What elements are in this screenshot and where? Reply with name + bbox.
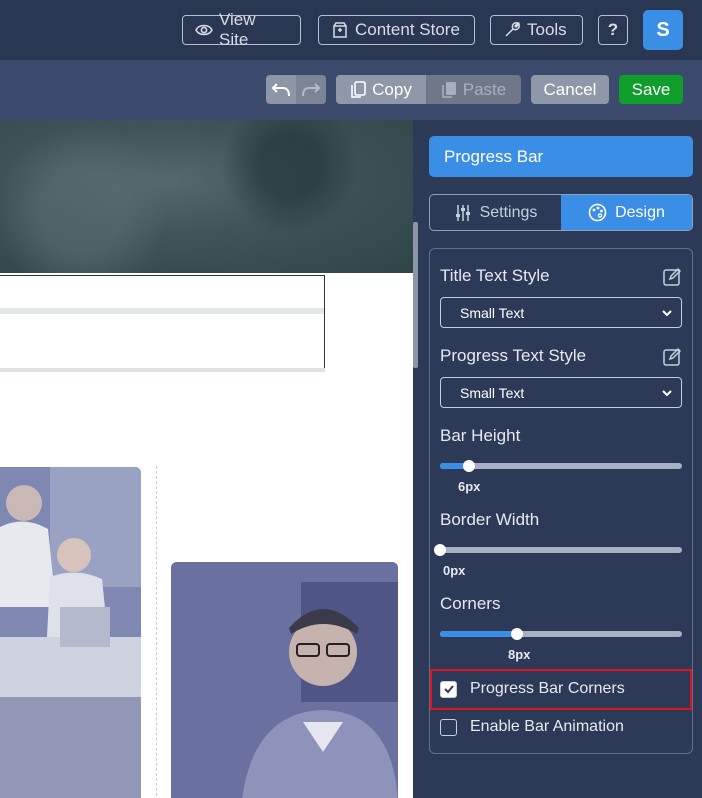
enable-bar-animation-label: Enable Bar Animation [470,718,624,735]
progress-text-style-value: Small Text [460,384,525,401]
redo-icon [302,82,321,96]
save-label: Save [631,79,671,99]
page-canvas[interactable] [0,120,414,798]
corners-value: 8px [508,647,531,662]
copy-label: Copy [372,79,412,99]
copy-button[interactable]: Copy [336,75,426,104]
enable-bar-animation-checkbox-row[interactable]: Enable Bar Animation [440,718,624,736]
cancel-label: Cancel [543,79,597,99]
bar-height-value: 6px [458,479,481,494]
chevron-down-icon [662,390,672,397]
title-text-style-select[interactable]: Small Text [440,297,682,328]
portrait-photo [171,562,398,798]
paste-label: Paste [462,79,507,99]
help-icon: ? [607,20,619,39]
progress-bar-corners-checkbox-row[interactable]: Progress Bar Corners [440,680,625,698]
tab-design-label: Design [615,203,665,221]
tools-label: Tools [527,20,567,39]
edit-icon[interactable] [663,267,682,286]
content-store-button[interactable]: Content Store [318,15,475,45]
border-width-slider-thumb[interactable] [434,544,446,556]
checkmark-icon [443,685,454,694]
paste-button[interactable]: Paste [426,75,521,104]
undo-redo-group [266,75,326,104]
wrench-icon [505,22,520,37]
progress-bar-track [0,308,324,314]
chevron-down-icon [662,310,672,317]
border-width-value: 0px [443,563,466,578]
progress-bar-corners-checkbox[interactable] [440,680,457,698]
undo-button[interactable] [266,75,296,104]
progress-text-style-label: Progress Text Style [440,346,587,365]
portrait-illustration [171,562,398,798]
save-button[interactable]: Save [619,75,683,104]
progress-bar-bottom-edge [0,368,325,372]
bar-height-slider-thumb[interactable] [463,460,476,472]
undo-icon [271,82,290,96]
tab-settings-label: Settings [479,203,538,221]
progress-bar-module[interactable] [0,275,325,370]
panel-title: Progress Bar [429,136,693,177]
user-avatar[interactable]: S [643,10,683,50]
cancel-button[interactable]: Cancel [531,75,609,104]
view-site-label: View Site [219,10,256,49]
help-button[interactable]: ? [598,15,628,45]
tab-design[interactable]: Design [561,195,692,230]
paste-icon [441,81,456,98]
panel-tabs: Settings Design [429,194,693,231]
edit-icon[interactable] [663,347,682,366]
team-photo-illustration [0,467,141,798]
sliders-icon [455,204,470,221]
redo-button[interactable] [296,75,326,104]
bar-height-slider[interactable] [440,460,682,472]
view-site-button[interactable]: View Site [182,10,301,49]
corners-label: Corners [440,594,501,613]
panel-title-text: Progress Bar [444,146,544,166]
border-width-label: Border Width [440,510,540,529]
border-width-slider[interactable] [434,544,682,556]
content-store-label: Content Store [355,20,460,39]
hero-image [0,120,414,273]
title-text-style-value: Small Text [460,304,525,321]
corners-slider-fill [440,631,518,637]
progress-bar-corners-label: Progress Bar Corners [470,680,625,697]
palette-icon [588,203,607,222]
progress-text-style-select[interactable]: Small Text [440,377,682,408]
enable-bar-animation-checkbox[interactable] [440,718,457,736]
copy-icon [351,80,366,98]
bar-height-label: Bar Height [440,426,521,445]
tools-button[interactable]: Tools [490,15,583,45]
avatar-initial: S [656,18,670,41]
eye-icon [195,24,213,36]
store-icon [333,22,347,38]
corners-slider[interactable] [440,628,682,640]
team-photo [0,467,141,798]
column-divider [156,466,157,798]
tab-settings[interactable]: Settings [430,195,561,230]
title-text-style-label: Title Text Style [440,266,550,285]
